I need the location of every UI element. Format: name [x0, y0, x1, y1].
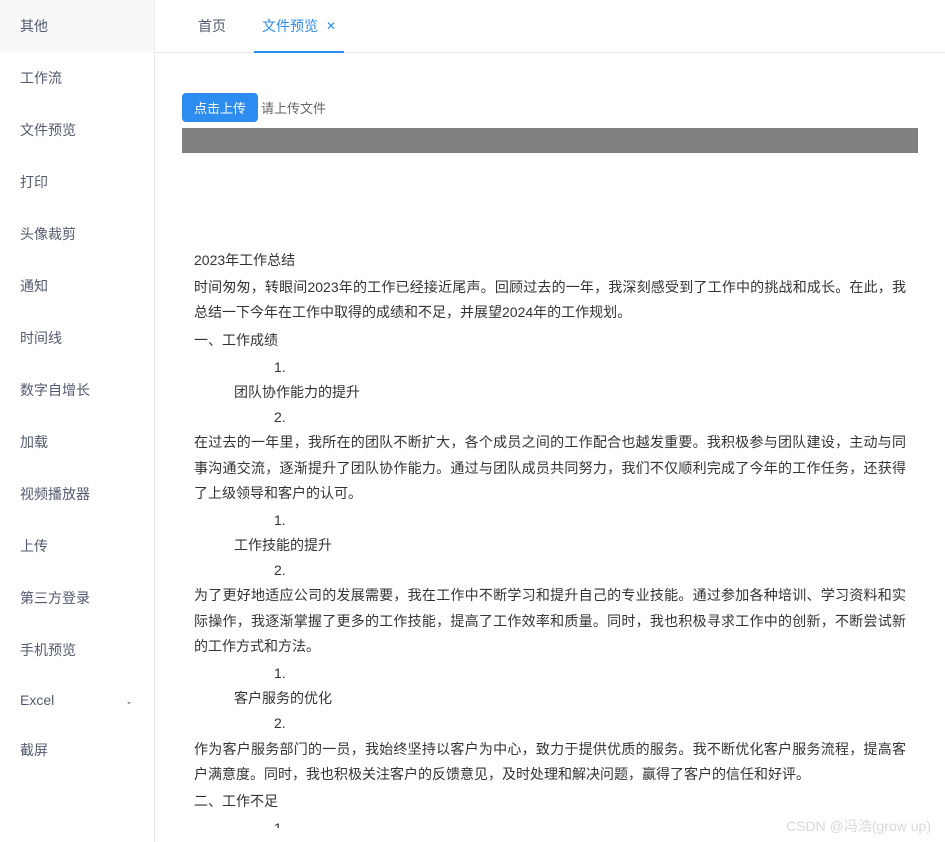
list-number: 1.	[194, 816, 906, 828]
content-area: 点击上传 请上传文件 2023年工作总结 时间匆匆，转眼间2023年的工作已经接…	[155, 53, 945, 842]
sidebar-item-other[interactable]: 其他	[0, 0, 154, 52]
doc-paragraph: 在过去的一年里，我所在的团队不断扩大，各个成员之间的工作配合也越发重要。我积极参…	[194, 430, 906, 506]
sidebar: 其他 工作流 文件预览 打印 头像裁剪 通知 时间线 数字自增长 加载 视频播放…	[0, 0, 155, 842]
tabs-bar: 首页 文件预览 ✕	[155, 0, 945, 53]
document-content: 2023年工作总结 时间匆匆，转眼间2023年的工作已经接近尾声。回顾过去的一年…	[182, 153, 918, 828]
sidebar-item-number-growth[interactable]: 数字自增长	[0, 364, 154, 416]
sidebar-item-video-player[interactable]: 视频播放器	[0, 468, 154, 520]
list-number: 1.	[194, 355, 906, 380]
doc-title: 2023年工作总结	[194, 248, 906, 273]
sidebar-item-file-preview[interactable]: 文件预览	[0, 104, 154, 156]
sidebar-item-excel[interactable]: Excel	[0, 676, 154, 724]
chevron-down-icon	[124, 695, 134, 705]
preview-toolbar	[182, 128, 918, 153]
tab-file-preview[interactable]: 文件预览 ✕	[244, 0, 354, 52]
tab-home[interactable]: 首页	[180, 0, 244, 52]
sidebar-item-screenshot[interactable]: 截屏	[0, 724, 154, 776]
main-content: 首页 文件预览 ✕ 点击上传 请上传文件 2023年工作总结 时间匆匆，转眼间2…	[155, 0, 945, 842]
list-number: 2.	[194, 558, 906, 583]
upload-hint: 请上传文件	[261, 98, 326, 117]
sidebar-item-loading[interactable]: 加载	[0, 416, 154, 468]
upload-button[interactable]: 点击上传	[182, 93, 258, 122]
list-number: 2.	[194, 405, 906, 430]
doc-section-2: 二、工作不足	[194, 789, 906, 814]
sidebar-item-upload[interactable]: 上传	[0, 520, 154, 572]
list-item-title: 客户服务的优化	[194, 686, 906, 711]
sidebar-item-workflow[interactable]: 工作流	[0, 52, 154, 104]
list-item-title: 团队协作能力的提升	[194, 380, 906, 405]
doc-paragraph: 作为客户服务部门的一员，我始终坚持以客户为中心，致力于提供优质的服务。我不断优化…	[194, 737, 906, 787]
preview-container[interactable]: 2023年工作总结 时间匆匆，转眼间2023年的工作已经接近尾声。回顾过去的一年…	[182, 128, 918, 828]
close-icon[interactable]: ✕	[326, 19, 336, 33]
list-number: 2.	[194, 711, 906, 736]
list-number: 1.	[194, 508, 906, 533]
doc-section-1: 一、工作成绩	[194, 328, 906, 353]
doc-paragraph: 为了更好地适应公司的发展需要，我在工作中不断学习和提升自己的专业技能。通过参加各…	[194, 583, 906, 659]
sidebar-item-print[interactable]: 打印	[0, 156, 154, 208]
upload-area: 点击上传 请上传文件	[182, 93, 918, 122]
sidebar-item-third-party-login[interactable]: 第三方登录	[0, 572, 154, 624]
doc-intro: 时间匆匆，转眼间2023年的工作已经接近尾声。回顾过去的一年，我深刻感受到了工作…	[194, 275, 906, 325]
sidebar-item-avatar-crop[interactable]: 头像裁剪	[0, 208, 154, 260]
sidebar-item-timeline[interactable]: 时间线	[0, 312, 154, 364]
list-item-title: 工作技能的提升	[194, 533, 906, 558]
sidebar-item-notification[interactable]: 通知	[0, 260, 154, 312]
list-number: 1.	[194, 661, 906, 686]
sidebar-item-phone-preview[interactable]: 手机预览	[0, 624, 154, 676]
